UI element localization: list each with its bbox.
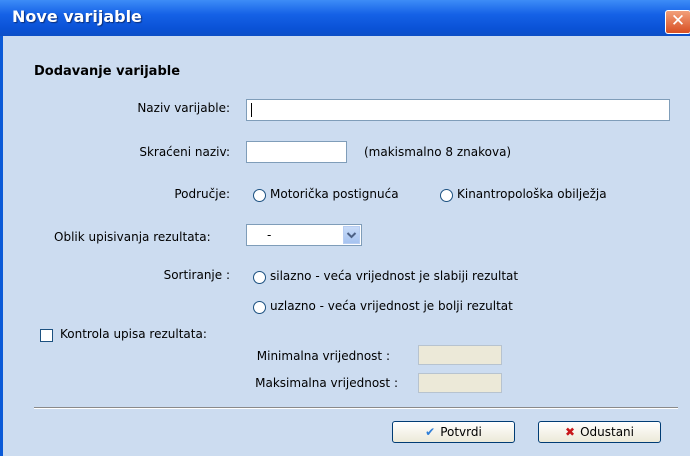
radio-silazno[interactable] xyxy=(253,271,266,284)
checkmark-icon: ✔ xyxy=(425,425,436,439)
sorting-label: Sortiranje : xyxy=(163,268,230,282)
radio-motoricka[interactable] xyxy=(253,189,266,202)
min-value-label: Minimalna vrijednost : xyxy=(256,349,390,363)
control-checkbox[interactable] xyxy=(40,329,53,342)
name-label: Naziv varijable: xyxy=(137,101,230,115)
confirm-button[interactable]: ✔ Potvrdi xyxy=(392,421,515,443)
short-name-hint: (makismalno 8 znakova) xyxy=(364,145,512,159)
radio-kinantropoloska-label[interactable]: Kinantropološka obilježja xyxy=(457,187,607,201)
close-icon: ✕ xyxy=(670,11,686,31)
max-value-label: Maksimalna vrijednost : xyxy=(255,376,398,390)
radio-uzlazno-label[interactable]: uzlazno - veća vrijednost je bolji rezul… xyxy=(270,299,513,313)
short-name-label: Skraćeni naziv: xyxy=(139,145,230,159)
control-checkbox-label[interactable]: Kontrola upisa rezultata: xyxy=(60,327,207,341)
cancel-button-label: Odustani xyxy=(580,425,634,439)
radio-motoricka-label[interactable]: Motorička postignuća xyxy=(270,187,399,201)
max-value-input xyxy=(418,373,502,393)
section-title: Dodavanje varijable xyxy=(34,64,181,79)
result-format-value: - xyxy=(267,228,272,242)
result-format-select[interactable]: - xyxy=(246,224,362,246)
radio-uzlazno[interactable] xyxy=(253,301,266,314)
short-name-input[interactable] xyxy=(246,141,347,163)
text-caret xyxy=(251,103,252,117)
cancel-button[interactable]: ✖ Odustani xyxy=(538,421,661,443)
confirm-button-label: Potvrdi xyxy=(440,425,482,439)
area-label: Područje: xyxy=(174,187,230,201)
separator-line xyxy=(34,407,678,409)
close-button[interactable]: ✕ xyxy=(665,10,690,34)
min-value-input xyxy=(418,345,502,365)
chevron-down-icon[interactable] xyxy=(343,226,360,244)
radio-silazno-label[interactable]: silazno - veća vrijednost je slabiji rez… xyxy=(270,269,518,283)
title-bar[interactable]: Nove varijable ✕ xyxy=(0,0,690,36)
name-input[interactable] xyxy=(246,99,670,121)
cancel-x-icon: ✖ xyxy=(565,425,576,439)
window-title: Nove varijable xyxy=(12,7,142,26)
radio-kinantropoloska[interactable] xyxy=(440,189,453,202)
result-format-label: Oblik upisivanja rezultata: xyxy=(54,230,211,244)
